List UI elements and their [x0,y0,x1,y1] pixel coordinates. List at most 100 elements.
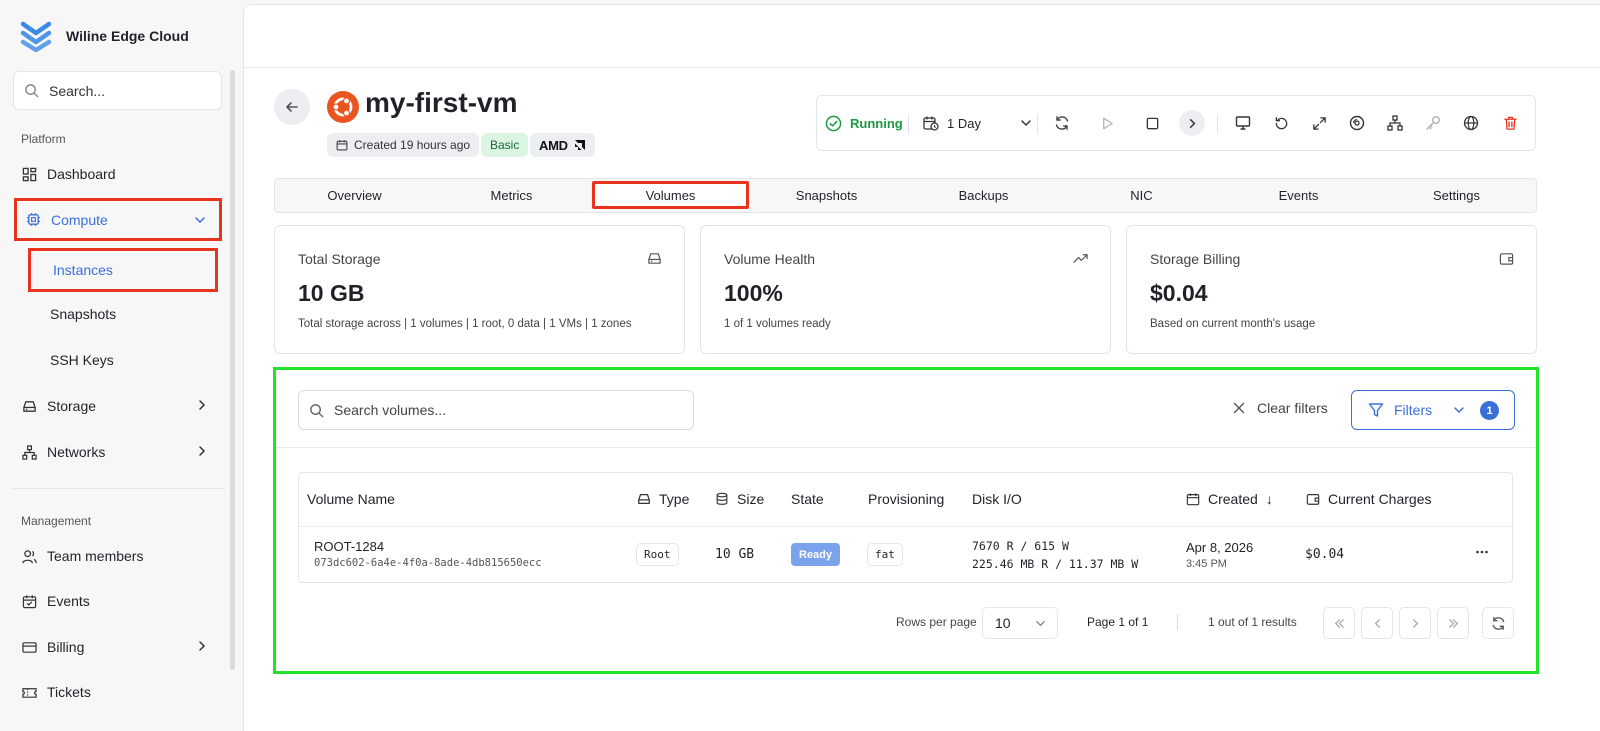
column-header-created[interactable]: Created ↓ [1186,491,1273,507]
database-icon [716,492,728,505]
column-header-disk-io[interactable]: Disk I/O [972,491,1022,507]
sidebar-item-instances[interactable]: Instances [28,248,218,292]
sidebar-item-dashboard[interactable]: Dashboard [13,154,221,194]
sidebar-item-team-members[interactable]: Team members [13,536,221,576]
main-content: my-first-vm Created 19 hours ago Basic A… [243,4,1600,731]
sidebar-item-label: Snapshots [50,306,117,322]
column-header-label: State [791,491,824,507]
clear-filters-button[interactable]: Clear filters [1233,400,1328,416]
volume-health-card: Volume Health 100% 1 of 1 volumes ready [700,225,1111,354]
volume-search[interactable] [298,390,694,430]
period-value: 1 Day [947,115,981,131]
first-page-button[interactable] [1323,607,1355,639]
sidebar-search[interactable] [13,71,222,110]
volume-size: 10 GB [715,547,755,562]
sidebar-item-label: Storage [47,398,97,414]
calendar-clock-icon [923,116,939,131]
hard-drive-icon [638,494,650,504]
reboot-button[interactable] [1269,111,1293,135]
rows-per-page-select[interactable]: 10 [982,607,1058,639]
tab-snapshots[interactable]: Snapshots [748,179,905,212]
network-button[interactable] [1383,111,1407,135]
tab-settings[interactable]: Settings [1378,179,1535,212]
sidebar-item-networks[interactable]: Networks [13,432,221,472]
volumes-table: Volume Name Type Size State Provisioning… [298,472,1513,583]
rows-per-page-value: 10 [995,615,1011,631]
tab-backups[interactable]: Backups [905,179,1062,212]
chevron-right-icon [199,446,206,456]
stop-button[interactable] [1140,111,1164,135]
sidebar-item-label: Team members [47,548,144,564]
volume-id: 073dc602-6a4e-4f0a-8ade-4db815650ecc [314,557,542,569]
topbar-divider [244,67,1600,68]
tab-events[interactable]: Events [1220,179,1377,212]
column-header-current-charges[interactable]: Current Charges [1306,491,1432,507]
sidebar-item-snapshots[interactable]: Snapshots [28,294,218,334]
public-ip-button[interactable] [1459,111,1483,135]
sidebar-search-input[interactable] [49,82,199,99]
brand-name: Wiline Edge Cloud [66,28,189,44]
disc-icon [1349,115,1365,131]
column-header-type[interactable]: Type [637,491,689,507]
next-page-button[interactable] [1399,607,1431,639]
created-chip: Created 19 hours ago [327,133,480,157]
filters-button[interactable]: Filters 1 [1351,390,1515,430]
sidebar-item-label: Dashboard [47,166,116,182]
sidebar-item-storage[interactable]: Storage [13,386,221,426]
sidebar-item-events[interactable]: Events [13,581,221,621]
sidebar-item-ssh-keys[interactable]: SSH Keys [28,340,218,380]
results-count: 1 out of 1 results [1208,615,1297,629]
card-value: 10 GB [298,280,365,306]
column-header-state[interactable]: State [791,491,824,507]
tab-volumes[interactable]: Volumes [592,181,749,209]
column-header-provisioning[interactable]: Provisioning [868,491,944,507]
more-actions-button[interactable] [1179,110,1205,136]
column-header-label: Type [659,491,690,507]
volume-search-input[interactable] [334,402,674,418]
resize-button[interactable] [1307,111,1331,135]
platform-section-label: Platform [21,132,66,146]
chevron-down-icon [1036,620,1045,627]
management-section-label: Management [21,514,92,528]
last-page-button[interactable] [1437,607,1469,639]
brand[interactable]: Wiline Edge Cloud [20,20,189,52]
previous-page-button[interactable] [1361,607,1393,639]
vm-name: my-first-vm [365,87,518,118]
row-actions-button[interactable] [1475,545,1489,562]
column-header-label: Created [1208,491,1258,507]
sidebar-scrollbar[interactable] [230,70,235,670]
iso-button[interactable] [1345,111,1369,135]
sidebar-item-billing[interactable]: Billing [13,627,221,667]
disk-io-ops: 7670 R / 615 W [972,539,1069,553]
volume-name[interactable]: ROOT-1284 [314,539,384,554]
toolbar-divider [908,114,909,134]
refresh-button[interactable] [1050,111,1074,135]
users-icon [22,549,37,563]
rows-per-page-label: Rows per page [896,615,977,629]
more-horizontal-icon [1476,550,1488,554]
reset-password-button[interactable] [1421,111,1445,135]
total-storage-card: Total Storage 10 GB Total storage across… [274,225,685,354]
delete-button[interactable] [1498,111,1522,135]
tab-nic[interactable]: NIC [1063,179,1220,212]
pager-divider [1177,614,1178,630]
column-header-size[interactable]: Size [715,491,764,507]
header-divider [299,526,1512,527]
page-indicator: Page 1 of 1 [1087,615,1149,629]
period-select[interactable]: 1 Day [923,111,1033,135]
play-icon [1102,117,1113,129]
start-button[interactable] [1095,111,1119,135]
sidebar-item-tickets[interactable]: Tickets [13,672,221,712]
column-header-volume-name[interactable]: Volume Name [307,491,395,507]
tab-overview[interactable]: Overview [276,179,433,212]
column-header-label: Volume Name [307,491,395,507]
sidebar-item-compute[interactable]: Compute [14,198,222,241]
column-header-label: Size [737,491,765,507]
disk-io-bytes: 225.46 MB R / 11.37 MB W [972,557,1139,571]
created-text: Created 19 hours ago [354,138,471,152]
tab-metrics[interactable]: Metrics [433,179,590,212]
console-button[interactable] [1231,111,1255,135]
back-button[interactable] [274,89,310,125]
status-text: Running [850,115,903,131]
refresh-table-button[interactable] [1482,607,1514,639]
